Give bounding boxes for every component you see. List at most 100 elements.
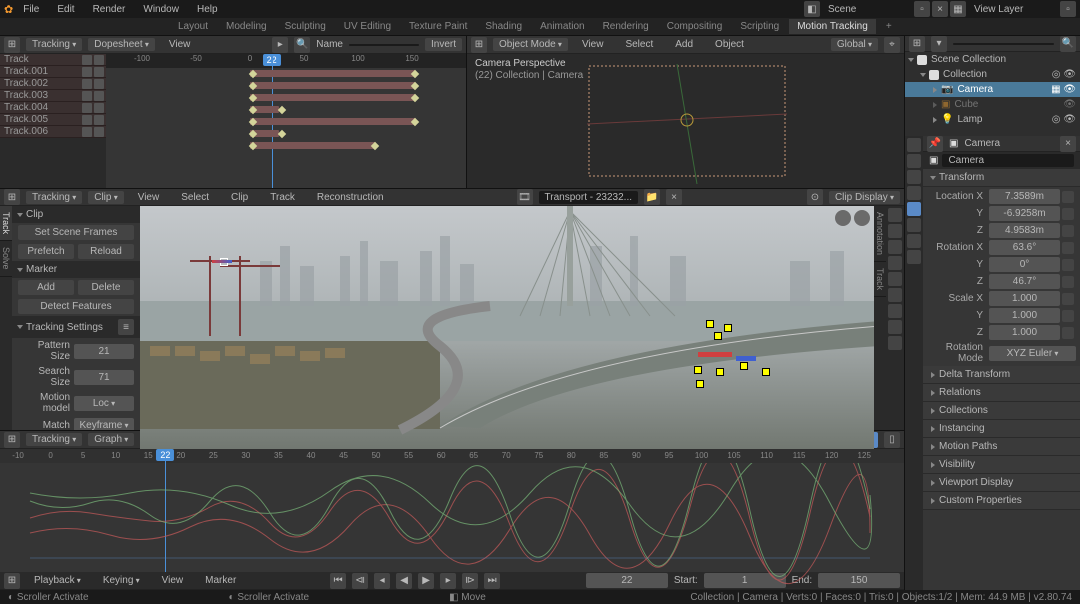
- close-icon[interactable]: ×: [666, 189, 682, 205]
- transform-section[interactable]: Transform: [923, 169, 1080, 187]
- ws-scripting[interactable]: Scripting: [732, 19, 787, 34]
- clip-track[interactable]: Track: [262, 190, 303, 205]
- graph-canvas[interactable]: 22 -100510152025303540455055606570758085…: [0, 449, 904, 572]
- folder-icon[interactable]: 📁: [644, 189, 660, 205]
- tracking-marker-selected[interactable]: [740, 362, 748, 370]
- invert-button[interactable]: Invert: [425, 38, 462, 51]
- ws-add[interactable]: +: [878, 19, 900, 34]
- clip-display[interactable]: Clip Display: [829, 191, 900, 204]
- prop-tab-icon[interactable]: [907, 154, 921, 168]
- menu-edit[interactable]: Edit: [49, 2, 82, 17]
- data-name-field[interactable]: Camera: [942, 154, 1074, 167]
- prefetch-button[interactable]: Prefetch: [18, 244, 74, 259]
- pattern-size-field[interactable]: 21: [74, 344, 134, 359]
- prop-section[interactable]: Instancing: [923, 420, 1080, 438]
- dopesheet-view[interactable]: View: [161, 37, 199, 52]
- object-mode[interactable]: Object Mode: [493, 38, 568, 51]
- ws-sculpting[interactable]: Sculpting: [277, 19, 334, 34]
- tab-solve[interactable]: Solve: [0, 241, 12, 277]
- tracking-marker-selected[interactable]: [716, 368, 724, 376]
- ws-compositing[interactable]: Compositing: [659, 19, 731, 34]
- scale-z-field[interactable]: 1.000: [989, 325, 1060, 340]
- lock-view-icon[interactable]: [854, 210, 870, 226]
- vp-view[interactable]: View: [574, 37, 612, 52]
- prop-section[interactable]: Visibility: [923, 456, 1080, 474]
- clip-canvas[interactable]: [140, 206, 874, 467]
- filter-icon[interactable]: ▾: [931, 36, 947, 52]
- track-row[interactable]: Track.003: [0, 90, 106, 102]
- editor-type-icon[interactable]: ⊞: [909, 36, 925, 52]
- graph-mode[interactable]: Tracking: [26, 433, 82, 446]
- outliner-scene-collection[interactable]: Scene Collection: [905, 52, 1080, 67]
- tab-annotation[interactable]: Annotation: [874, 206, 886, 262]
- menu-render[interactable]: Render: [85, 2, 134, 17]
- clip-recon[interactable]: Reconstruction: [309, 190, 392, 205]
- lock-icon[interactable]: [1062, 242, 1074, 254]
- clip-view[interactable]: View: [130, 190, 168, 205]
- prop-section[interactable]: Custom Properties: [923, 492, 1080, 510]
- prop-tab-icon[interactable]: [907, 234, 921, 248]
- rot-x-field[interactable]: 63.6°: [989, 240, 1060, 255]
- lock-icon[interactable]: [1062, 259, 1074, 271]
- clip-submode[interactable]: Clip: [88, 191, 123, 204]
- scene-del-icon[interactable]: ×: [932, 1, 948, 17]
- ws-layout[interactable]: Layout: [170, 19, 216, 34]
- object-name[interactable]: Camera: [964, 138, 1000, 149]
- tracking-marker-selected[interactable]: [724, 324, 732, 332]
- prop-section[interactable]: Motion Paths: [923, 438, 1080, 456]
- outliner-camera[interactable]: 📷Camera▦ 👁: [905, 82, 1080, 97]
- menu-file[interactable]: File: [15, 2, 47, 17]
- lock-icon[interactable]: [1062, 208, 1074, 220]
- loc-z-field[interactable]: 4.9583m: [989, 223, 1060, 238]
- track-row[interactable]: Track.004: [0, 102, 106, 114]
- rotation-mode-select[interactable]: XYZ Euler: [989, 346, 1076, 361]
- track-row[interactable]: Track: [0, 54, 106, 66]
- add-marker-button[interactable]: Add: [18, 280, 74, 295]
- close-icon[interactable]: ×: [1060, 136, 1076, 152]
- track-row[interactable]: Track.005: [0, 114, 106, 126]
- clip-clip[interactable]: Clip: [223, 190, 256, 205]
- prop-tab-icon[interactable]: [907, 250, 921, 264]
- track-row[interactable]: Track.001: [0, 66, 106, 78]
- lock-icon[interactable]: [1062, 327, 1074, 339]
- vp-add[interactable]: Add: [667, 37, 701, 52]
- camera-view-icon[interactable]: [835, 210, 851, 226]
- loc-y-field[interactable]: -6.9258m: [989, 206, 1060, 221]
- scale-x-field[interactable]: 1.000: [989, 291, 1060, 306]
- filter-icon[interactable]: 🔍: [1060, 36, 1076, 52]
- clip-section[interactable]: Clip: [12, 206, 140, 223]
- set-scene-frames-button[interactable]: Set Scene Frames: [18, 225, 134, 240]
- prop-section[interactable]: Relations: [923, 384, 1080, 402]
- orientation[interactable]: Global: [831, 38, 878, 51]
- delete-marker-button[interactable]: Delete: [78, 280, 134, 295]
- filter-icon[interactable]: ▯: [884, 432, 900, 448]
- detect-features-button[interactable]: Detect Features: [18, 299, 134, 314]
- viewport-3d[interactable]: Camera Perspective (22) Collection | Cam…: [467, 54, 904, 188]
- arrow-icon[interactable]: ▸: [272, 37, 288, 53]
- prop-section[interactable]: Collections: [923, 402, 1080, 420]
- tracking-settings-section[interactable]: Tracking Settings≡: [12, 316, 140, 338]
- graph-type[interactable]: Graph: [88, 433, 134, 446]
- prop-section[interactable]: Viewport Display: [923, 474, 1080, 492]
- tracking-marker-selected[interactable]: [714, 332, 722, 340]
- lock-icon[interactable]: [1062, 225, 1074, 237]
- editor-type-icon[interactable]: ⊞: [471, 37, 487, 53]
- ws-texpaint[interactable]: Texture Paint: [401, 19, 475, 34]
- tool-icon[interactable]: [888, 256, 902, 270]
- tool-icon[interactable]: [888, 304, 902, 318]
- editor-type-icon[interactable]: ⊞: [4, 37, 20, 53]
- pin-icon[interactable]: 📌: [927, 136, 943, 152]
- tracking-marker-selected[interactable]: [696, 380, 704, 388]
- filter-name-input[interactable]: [349, 44, 419, 46]
- lock-icon[interactable]: [1062, 293, 1074, 305]
- tool-icon[interactable]: [888, 224, 902, 238]
- outliner-lamp[interactable]: 💡Lamp◎ 👁: [905, 112, 1080, 127]
- tracking-marker-selected[interactable]: [762, 368, 770, 376]
- loc-x-field[interactable]: 7.3589m: [989, 189, 1060, 204]
- prop-tab-icon[interactable]: [907, 138, 921, 152]
- tracking-marker-selected[interactable]: [706, 320, 714, 328]
- menu-help[interactable]: Help: [189, 2, 226, 17]
- tab-track[interactable]: Track: [0, 206, 12, 241]
- ws-rendering[interactable]: Rendering: [595, 19, 657, 34]
- prop-tab-icon[interactable]: [907, 170, 921, 184]
